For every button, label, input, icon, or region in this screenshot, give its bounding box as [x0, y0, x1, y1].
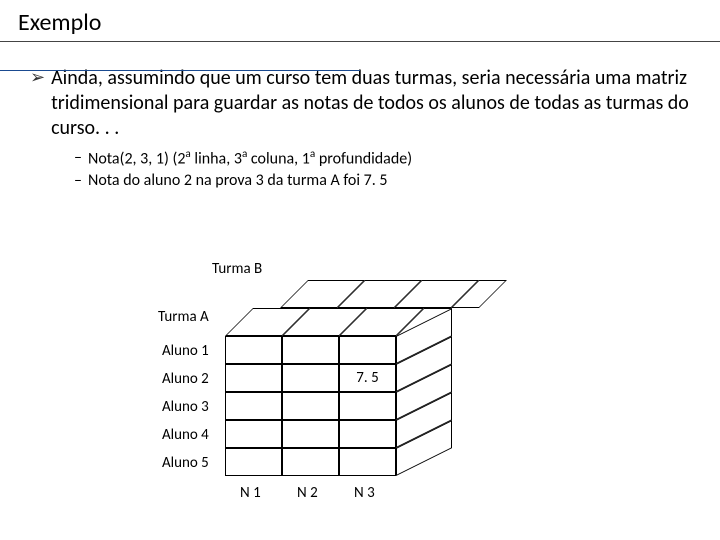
- top-strip: [225, 308, 424, 336]
- slide-title: Exemplo: [0, 0, 720, 42]
- col-label-1: N 1: [240, 484, 261, 502]
- dash-icon: –: [74, 147, 88, 169]
- row-label-1: Aluno 1: [162, 342, 209, 360]
- matrix-diagram: Turma B Turma A Aluno 1 Aluno 2 Aluno 3 …: [140, 256, 560, 516]
- front-grid: 7. 5: [225, 336, 396, 476]
- back-grid: [280, 280, 538, 308]
- sub-bullet-list: – Nota(2, 3, 1) (2a linha, 3a coluna, 1a…: [0, 141, 720, 192]
- main-bullet-text: Ainda, assumindo que um curso tem duas t…: [51, 66, 690, 141]
- sub-bullet-1: – Nota(2, 3, 1) (2a linha, 3a coluna, 1a…: [74, 147, 690, 170]
- row-label-5: Aluno 5: [162, 454, 209, 472]
- side-face: [396, 308, 452, 476]
- cell-aluno2-n3: 7. 5: [339, 364, 396, 392]
- row-label-3: Aluno 3: [162, 398, 209, 416]
- divider: [0, 70, 360, 71]
- dash-icon: –: [74, 170, 88, 192]
- sub-bullet-2: – Nota do aluno 2 na prova 3 da turma A …: [74, 170, 690, 192]
- col-label-2: N 2: [297, 484, 318, 502]
- turma-a-label: Turma A: [158, 308, 209, 326]
- row-label-2: Aluno 2: [162, 370, 209, 388]
- sub-bullet-2-text: Nota do aluno 2 na prova 3 da turma A fo…: [88, 170, 388, 192]
- sub-bullet-1-text: Nota(2, 3, 1) (2a linha, 3a coluna, 1a p…: [88, 147, 412, 170]
- turma-b-label: Turma B: [212, 260, 262, 278]
- row-label-4: Aluno 4: [162, 426, 209, 444]
- main-bullet: ➢ Ainda, assumindo que um curso tem duas…: [0, 42, 720, 141]
- col-label-3: N 3: [354, 484, 375, 502]
